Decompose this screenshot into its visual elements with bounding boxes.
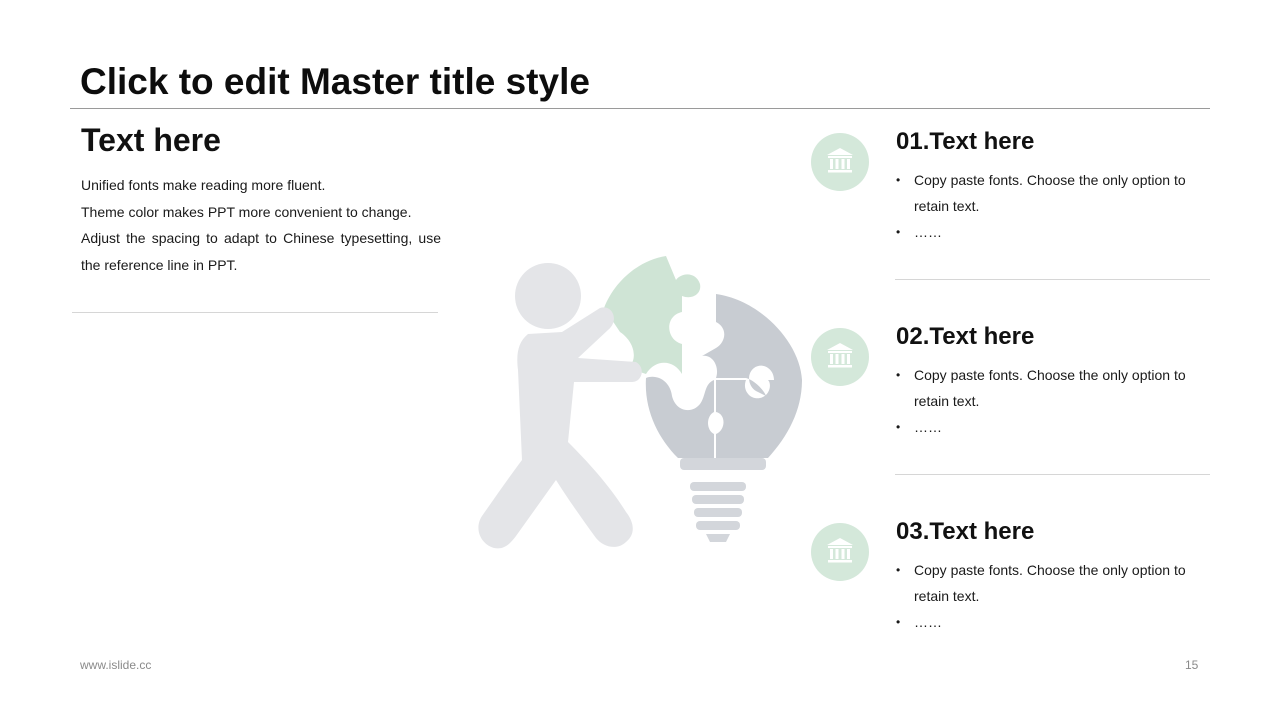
bulb-thread xyxy=(696,521,740,530)
item-divider xyxy=(895,279,1210,280)
item-heading[interactable]: 03.Text here xyxy=(896,517,1034,547)
puzzle-bulb-illustration xyxy=(470,250,810,560)
person-body xyxy=(478,307,642,549)
bullet-dot: • xyxy=(896,173,901,187)
bulb-thread xyxy=(694,508,742,517)
bank-icon xyxy=(827,148,853,173)
person-head xyxy=(515,263,581,329)
body-line: Adjust the spacing to adapt to Chinese t… xyxy=(81,230,441,246)
item-heading[interactable]: 01.Text here xyxy=(896,127,1034,157)
feature-item-01: 01.Text here • Copy paste fonts. Choose t… xyxy=(810,128,1210,280)
bulb-collar xyxy=(680,458,766,470)
left-divider xyxy=(72,312,438,313)
bullet-item: • …… xyxy=(896,219,1196,245)
bullet-text: …… xyxy=(914,224,942,240)
page-number: 15 xyxy=(1185,658,1199,672)
item-divider xyxy=(895,474,1210,475)
bullet-dot: • xyxy=(896,368,901,382)
person-puzzle-bulb-icon xyxy=(478,256,802,549)
feature-item-02: 02.Text here • Copy paste fonts. Choose t… xyxy=(810,323,1210,475)
bullet-text: …… xyxy=(914,419,942,435)
bullet-dot: • xyxy=(896,615,901,629)
footer-website: www.islide.cc xyxy=(80,658,152,672)
bullet-dot: • xyxy=(896,225,901,239)
bulb-tip xyxy=(706,534,730,542)
bullet-item: • Copy paste fonts. Choose the only optio… xyxy=(896,362,1196,414)
bullet-text: Copy paste fonts. Choose the only option… xyxy=(914,172,1186,214)
bullet-item: • …… xyxy=(896,609,1196,635)
left-heading[interactable]: Text here xyxy=(81,120,221,160)
bullet-item: • Copy paste fonts. Choose the only optio… xyxy=(896,557,1196,609)
icon-badge xyxy=(811,328,869,386)
bullet-item: • …… xyxy=(896,414,1196,440)
bank-icon xyxy=(827,538,853,563)
item-bullet-list[interactable]: • Copy paste fonts. Choose the only optio… xyxy=(896,167,1196,245)
bulb-thread xyxy=(690,482,746,491)
body-line: the reference line in PPT. xyxy=(81,256,238,273)
icon-badge xyxy=(811,523,869,581)
green-puzzle-piece xyxy=(604,256,701,374)
icon-badge xyxy=(811,133,869,191)
item-heading[interactable]: 02.Text here xyxy=(896,322,1034,352)
body-line: Unified fonts make reading more fluent. xyxy=(81,177,326,193)
bulb-thread xyxy=(692,495,744,504)
item-bullet-list[interactable]: • Copy paste fonts. Choose the only optio… xyxy=(896,557,1196,635)
slide: Click to edit Master title style Text he… xyxy=(0,0,1280,720)
bullet-dot: • xyxy=(896,420,901,434)
bullet-text: Copy paste fonts. Choose the only option… xyxy=(914,367,1186,409)
body-line: Theme color makes PPT more convenient to… xyxy=(81,203,412,220)
slide-title[interactable]: Click to edit Master title style xyxy=(80,60,590,104)
bank-icon xyxy=(827,343,853,368)
left-body-text[interactable]: Unified fonts make reading more fluent. … xyxy=(81,172,441,278)
item-bullet-list[interactable]: • Copy paste fonts. Choose the only optio… xyxy=(896,362,1196,440)
title-divider xyxy=(70,108,1210,109)
bullet-text: …… xyxy=(914,614,942,630)
feature-item-03: 03.Text here • Copy paste fonts. Choose t… xyxy=(810,518,1210,663)
bullet-text: Copy paste fonts. Choose the only option… xyxy=(914,562,1186,604)
bullet-dot: • xyxy=(896,563,901,577)
bullet-item: • Copy paste fonts. Choose the only optio… xyxy=(896,167,1196,219)
bulb-left xyxy=(645,376,714,458)
